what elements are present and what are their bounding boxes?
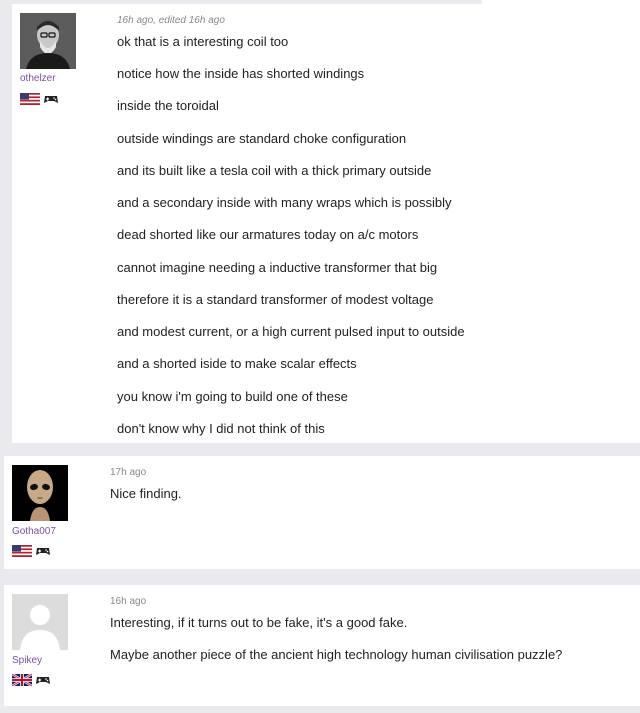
comment-line: and modest current, or a high current pu… <box>117 324 465 339</box>
comment-line: and a secondary inside with many wraps w… <box>117 195 452 210</box>
comment-line: Interesting, if it turns out to be fake,… <box>110 615 408 630</box>
comment-line: outside windings are standard choke conf… <box>117 131 407 146</box>
comment-line: you know i'm going to build one of these <box>117 389 348 404</box>
comment-card: Spikey 16h ago Interesting, if it turns … <box>4 585 640 706</box>
gamepad-icon <box>36 548 50 555</box>
us-flag-icon <box>12 545 32 557</box>
gamepad-icon <box>36 677 50 684</box>
comment-line: dead shorted like our armatures today on… <box>117 227 419 242</box>
comment-timestamp: 16h ago <box>110 596 147 607</box>
comment-timestamp: 16h ago, edited 16h ago <box>117 15 225 26</box>
username[interactable]: othelzer <box>20 73 56 84</box>
comment-line: Maybe another piece of the ancient high … <box>110 647 563 662</box>
uk-flag-icon <box>12 674 32 686</box>
comment-line: and a shorted iside to make scalar effec… <box>117 356 357 371</box>
comment-card: othelzer 16h ago, edited 16h ago ok that… <box>12 4 640 443</box>
comment-timestamp: 17h ago <box>110 467 147 478</box>
comment-line: don't know why I did not think of this <box>117 421 325 436</box>
avatar-gotha007[interactable] <box>12 465 68 521</box>
username[interactable]: Gotha007 <box>12 526 56 537</box>
comment-line: ok that is a interesting coil too <box>117 34 289 49</box>
badges <box>12 545 51 557</box>
comment-line: notice how the inside has shorted windin… <box>117 66 365 81</box>
comment-line: Nice finding. <box>110 486 182 501</box>
badges <box>12 674 51 686</box>
comment-card: Gotha007 17h ago Nice finding. <box>4 456 640 569</box>
comment-line: therefore it is a standard transformer o… <box>117 292 434 307</box>
comment-line: and its built like a tesla coil with a t… <box>117 163 432 178</box>
gamepad-icon <box>44 96 58 103</box>
badges <box>20 93 59 105</box>
us-flag-icon <box>20 93 40 105</box>
avatar-othelzer[interactable] <box>20 13 76 69</box>
username[interactable]: Spikey <box>12 655 42 666</box>
avatar-spikey[interactable] <box>12 594 68 650</box>
comment-line: cannot imagine needing a inductive trans… <box>117 260 438 275</box>
comment-line: inside the toroidal <box>117 98 219 113</box>
